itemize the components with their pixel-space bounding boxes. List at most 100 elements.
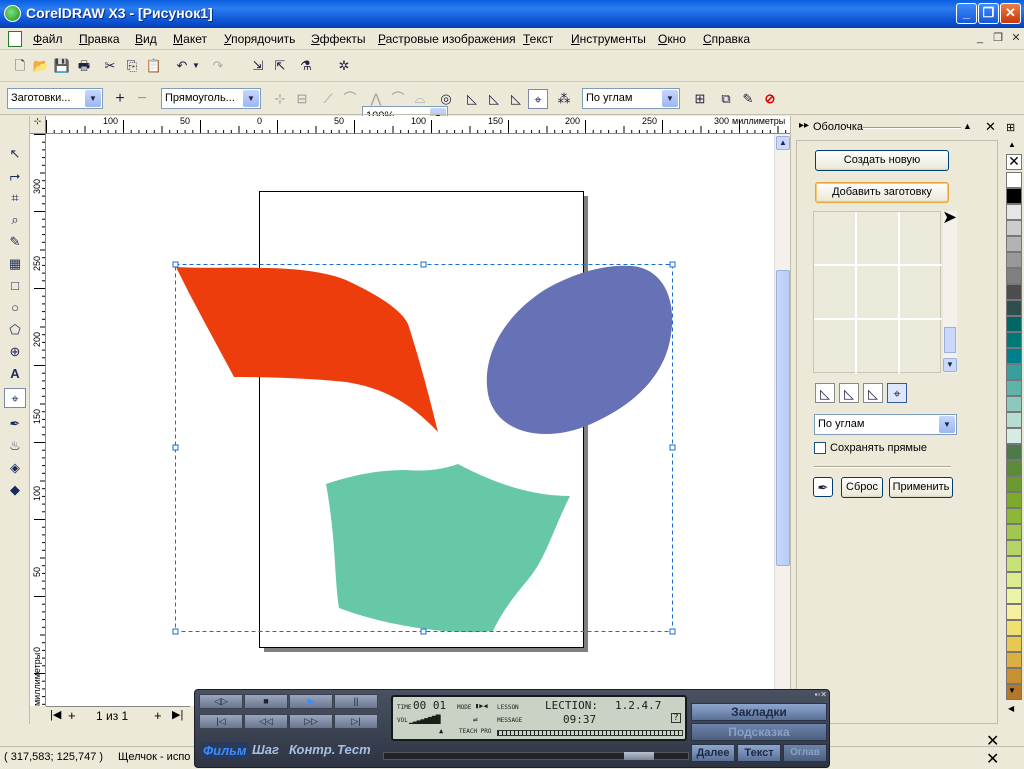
color-swatch[interactable] bbox=[1006, 332, 1022, 348]
menu-view[interactable]: Вид bbox=[135, 32, 157, 46]
maximize-button[interactable]: ❐ bbox=[978, 3, 999, 24]
eyedropper-icon[interactable]: ✎ bbox=[738, 89, 758, 109]
outline-indicator-icon[interactable]: ✕ bbox=[986, 749, 999, 769]
tab-film[interactable]: Фильм bbox=[201, 742, 249, 759]
palette-expand-icon[interactable]: ◀ bbox=[1008, 704, 1014, 713]
menu-window[interactable]: Окно bbox=[658, 32, 686, 46]
menu-text[interactable]: Текст bbox=[523, 32, 553, 46]
envelope-node[interactable] bbox=[669, 444, 676, 451]
docker-close-icon[interactable]: ✕ bbox=[985, 119, 996, 135]
to-line-icon[interactable]: ⟋ bbox=[318, 89, 338, 109]
envelope-node[interactable] bbox=[420, 628, 427, 635]
color-swatch[interactable] bbox=[1006, 588, 1022, 604]
to-curve-icon[interactable]: ⌒ bbox=[340, 89, 360, 109]
ellipse-tool-icon[interactable]: ○ bbox=[4, 298, 26, 318]
color-swatch[interactable] bbox=[1006, 604, 1022, 620]
copy-icon[interactable]: ⎘ bbox=[122, 56, 142, 76]
pause-button[interactable]: || bbox=[334, 694, 378, 709]
add-preset-button[interactable]: Добавить заготовку bbox=[815, 182, 949, 203]
menu-effects[interactable]: Эффекты bbox=[311, 32, 366, 46]
smooth-node-icon[interactable]: ⌒ bbox=[388, 89, 408, 109]
application-launcher-icon[interactable]: ⚗ bbox=[296, 56, 316, 76]
prev-page-icon[interactable]: + bbox=[68, 708, 76, 723]
vertical-scrollbar[interactable]: ▲ ▼ bbox=[774, 134, 790, 706]
vertical-ruler[interactable]: 300 250 200 150 100 50 0 миллиметры bbox=[30, 134, 46, 706]
player-seek-track[interactable] bbox=[383, 752, 689, 760]
color-swatch[interactable] bbox=[1006, 252, 1022, 268]
envelope-double-arc-icon[interactable]: ◺ bbox=[506, 89, 526, 109]
cusp-node-icon[interactable]: ⋀ bbox=[366, 89, 386, 109]
lcd-help-icon[interactable]: ? bbox=[671, 713, 681, 723]
doc-minimize-button[interactable]: _ bbox=[972, 31, 988, 46]
hint-button[interactable]: Подсказка bbox=[691, 723, 827, 741]
envelope-node[interactable] bbox=[669, 261, 676, 268]
stop-button[interactable]: ■ bbox=[244, 694, 288, 709]
color-swatch[interactable] bbox=[1006, 652, 1022, 668]
rewind-seek-button[interactable]: ◁▷ bbox=[199, 694, 243, 709]
menu-arrange[interactable]: Упорядочить bbox=[224, 32, 295, 46]
bookmarks-button[interactable]: Закладки bbox=[691, 703, 827, 721]
shape-preset-select[interactable]: Прямоуголь... ▼ bbox=[161, 88, 261, 109]
copy-envelope-properties-icon[interactable]: ⧉ bbox=[716, 89, 736, 109]
text-tool-icon[interactable]: A bbox=[4, 364, 26, 384]
drawing-canvas[interactable] bbox=[46, 134, 774, 706]
welcome-screen-icon[interactable]: ✲ bbox=[334, 56, 354, 76]
preset-scroll-down-button[interactable]: ▼ bbox=[943, 358, 957, 372]
fill-tool-icon[interactable]: ◈ bbox=[4, 458, 26, 478]
interactive-fill-tool-icon[interactable]: ◆ bbox=[4, 480, 26, 500]
color-swatch[interactable] bbox=[1006, 508, 1022, 524]
tab-step[interactable]: Шаг bbox=[252, 742, 279, 757]
color-swatch[interactable] bbox=[1006, 348, 1022, 364]
tab-control[interactable]: Контр. bbox=[289, 742, 335, 757]
menu-tools[interactable]: Инструменты bbox=[571, 32, 646, 46]
single-arc-mode-icon[interactable]: ◺ bbox=[839, 383, 859, 403]
menu-help[interactable]: Справка bbox=[703, 32, 750, 46]
close-button[interactable]: ✕ bbox=[1000, 3, 1021, 24]
envelope-tool-icon[interactable]: ⌖ bbox=[4, 388, 26, 408]
next-button[interactable]: Далее bbox=[691, 744, 735, 762]
envelope-single-arc-icon[interactable]: ◺ bbox=[484, 89, 504, 109]
color-swatch[interactable] bbox=[1006, 396, 1022, 412]
fill-indicator-icon[interactable]: ✕ bbox=[986, 731, 999, 751]
menu-bitmaps[interactable]: Растровые изображения bbox=[378, 32, 516, 46]
new-icon[interactable]: 🗋 bbox=[10, 56, 30, 76]
color-swatch[interactable] bbox=[1006, 380, 1022, 396]
minimize-button[interactable]: _ bbox=[956, 3, 977, 24]
undo-icon[interactable]: ↶ bbox=[172, 56, 192, 76]
import-icon[interactable]: ⇲ bbox=[248, 56, 268, 76]
add-node-icon[interactable]: ⊹ bbox=[270, 89, 290, 109]
color-swatch[interactable] bbox=[1006, 668, 1022, 684]
lcd-sound-icon[interactable]: ⇌ bbox=[473, 715, 478, 724]
shape-tool-icon[interactable]: ⮣ bbox=[4, 166, 26, 186]
doc-close-button[interactable]: ✕ bbox=[1008, 31, 1024, 46]
ruler-origin[interactable]: ⊹ bbox=[30, 116, 46, 134]
undo-dropdown-icon[interactable]: ▼ bbox=[190, 56, 202, 76]
no-fill-swatch[interactable]: ✕ bbox=[1006, 154, 1022, 170]
palette-scroll-down-icon[interactable]: ▼ bbox=[1008, 686, 1016, 695]
color-swatch[interactable] bbox=[1006, 524, 1022, 540]
mapping-mode-select[interactable]: По углам ▼ bbox=[582, 88, 680, 109]
color-swatch[interactable] bbox=[1006, 236, 1022, 252]
color-swatch[interactable] bbox=[1006, 316, 1022, 332]
color-swatch[interactable] bbox=[1006, 572, 1022, 588]
step-back-button[interactable]: ◁◁ bbox=[244, 714, 288, 729]
player-seek-thumb[interactable] bbox=[624, 752, 654, 760]
docker-collapse-icon[interactable]: ▲ bbox=[963, 121, 972, 131]
last-page-icon[interactable]: ▶| bbox=[172, 708, 183, 721]
add-preset-icon[interactable]: + bbox=[110, 89, 130, 109]
text-button[interactable]: Текст bbox=[737, 744, 781, 762]
cut-icon[interactable]: ✂ bbox=[100, 56, 120, 76]
polygon-tool-icon[interactable]: ⬠ bbox=[4, 320, 26, 340]
rectangle-tool-icon[interactable]: □ bbox=[4, 276, 26, 296]
eyedropper-tool-icon[interactable]: ✒ bbox=[4, 414, 26, 434]
lcd-volume-bars[interactable]: ▁▂▃▄▅▆▇█ bbox=[409, 715, 441, 724]
outline-tool-icon[interactable]: ♨ bbox=[4, 436, 26, 456]
color-swatch[interactable] bbox=[1006, 636, 1022, 652]
color-swatch[interactable] bbox=[1006, 412, 1022, 428]
document-icon[interactable] bbox=[8, 31, 22, 47]
basic-shapes-tool-icon[interactable]: ⊕ bbox=[4, 342, 26, 362]
redo-icon[interactable]: ↷ bbox=[208, 56, 228, 76]
envelope-node[interactable] bbox=[420, 261, 427, 268]
add-page-icon[interactable]: + bbox=[154, 708, 162, 723]
clear-envelope-icon[interactable]: ⊘ bbox=[760, 89, 780, 109]
